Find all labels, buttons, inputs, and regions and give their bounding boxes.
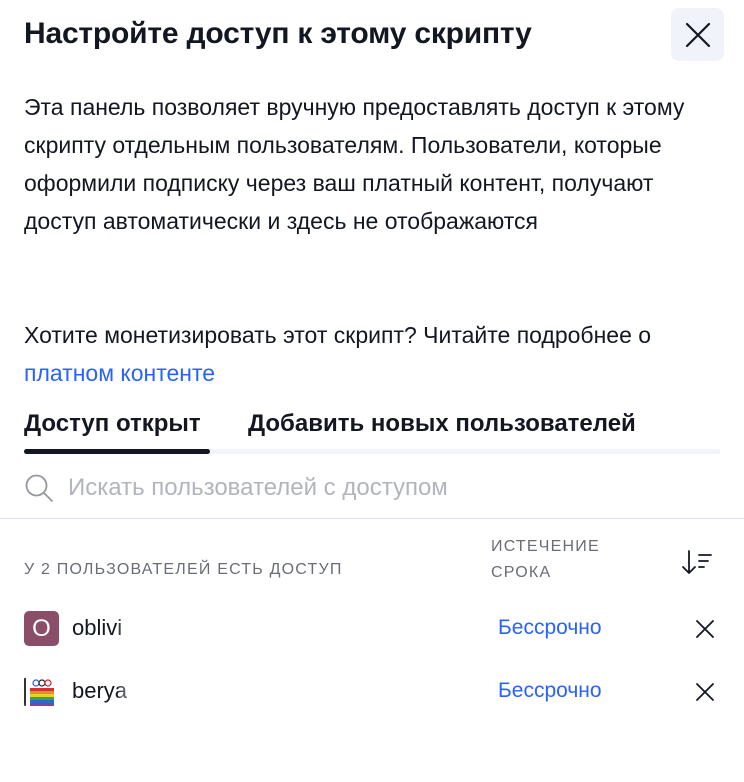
expiry-link[interactable]: Бессрочно (498, 612, 602, 644)
name-blur (118, 614, 238, 644)
expiry-header-line2: СРОКА (491, 564, 552, 581)
monetize-text: Хотите монетизировать этот скрипт? Читай… (24, 322, 652, 348)
remove-user-icon[interactable] (692, 616, 718, 642)
name-blur (118, 677, 178, 707)
access-dialog: Настройте доступ к этому скрипту Эта пан… (0, 0, 744, 782)
tabs: Доступ открыт Добавить новых пользовател… (24, 404, 720, 456)
tab-active-indicator (24, 449, 210, 454)
monetize-note: Хотите монетизировать этот скрипт? Читай… (24, 316, 724, 392)
paid-content-link[interactable]: платном контенте (24, 360, 215, 386)
expiry-header-line1: ИСТЕЧЕНИЕ (491, 538, 600, 555)
divider (0, 518, 744, 519)
dialog-title: Настройте доступ к этому скрипту (24, 17, 532, 50)
sort-icon (682, 550, 712, 574)
search-bar (24, 468, 720, 508)
close-icon (685, 22, 710, 47)
avatar-image (24, 674, 59, 709)
access-count-label: У 2 ПОЛЬЗОВАТЕЛЕЙ ЕСТЬ ДОСТУП (24, 561, 343, 578)
avatar: O (24, 611, 59, 646)
search-input[interactable] (68, 474, 668, 502)
close-button[interactable] (671, 8, 724, 61)
tab-add-users[interactable]: Добавить новых пользователей (248, 404, 636, 444)
user-row: O oblivi Бессрочно (0, 604, 744, 652)
search-icon (25, 474, 53, 502)
expiry-column-header: ИСТЕЧЕНИЕ СРОКА (491, 534, 631, 586)
sort-button[interactable] (680, 548, 714, 578)
expiry-link[interactable]: Бессрочно (498, 675, 602, 707)
remove-user-icon[interactable] (692, 679, 718, 705)
dialog-description: Эта панель позволяет вручную предоставля… (24, 94, 685, 234)
avatar (24, 674, 59, 709)
tab-access-open[interactable]: Доступ открыт (24, 404, 201, 444)
user-name[interactable]: oblivi (72, 612, 122, 644)
user-row: berya Бессрочно (0, 667, 744, 715)
